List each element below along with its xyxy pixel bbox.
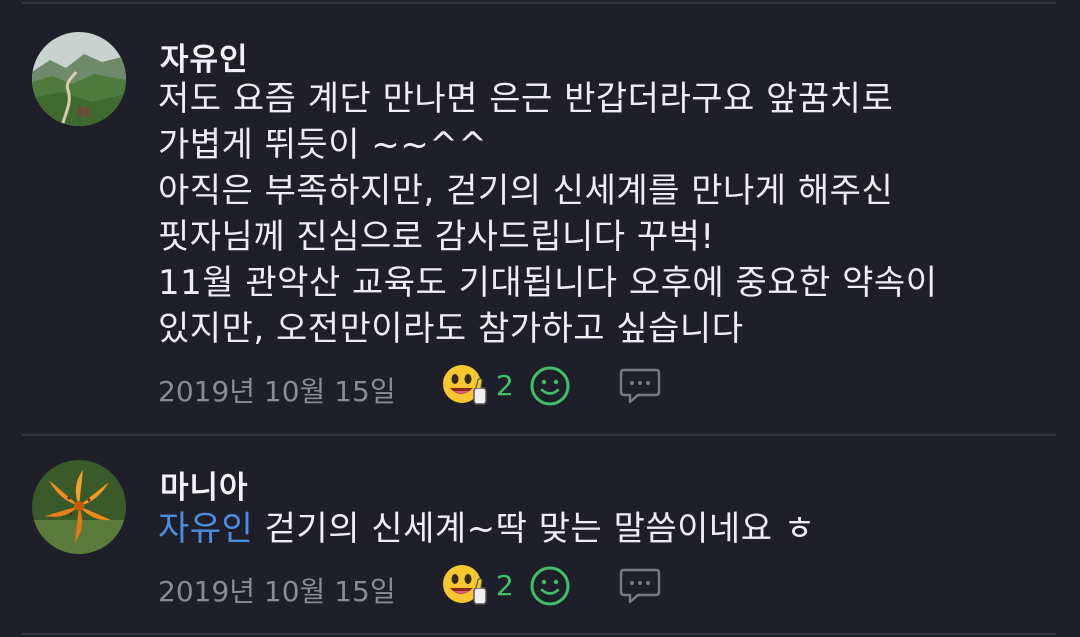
avatar[interactable]	[32, 32, 126, 126]
add-reaction-smiley-icon[interactable]	[528, 364, 572, 408]
add-reaction-smiley-icon[interactable]	[528, 564, 572, 608]
comment-line: 가볍게 뛰듯이 ~~^^	[158, 125, 488, 165]
comment-divider	[22, 434, 1056, 436]
comment-body: 저도 요즘 계단 만나면 은근 반갑더라구요 앞꿈치로 가볍게 뛰듯이 ~~^^…	[158, 76, 938, 352]
orange-lily-image	[32, 460, 126, 554]
comment-body: 자유인 걷기의 신세계~딱 맞는 말씀이네요 ㅎ	[158, 506, 816, 552]
top-divider	[22, 2, 1056, 4]
thumbs-up-smiley-icon[interactable]	[440, 362, 492, 410]
comment-line: 있지만, 오전만이라도 참가하고 싶습니다	[158, 309, 744, 349]
mountain-trail-image	[32, 32, 126, 126]
reply-speech-bubble-icon[interactable]	[618, 366, 662, 406]
comment-date: 2019년 10월 15일	[158, 375, 396, 408]
comment-line: 아직은 부족하지만, 걷기의 신세계를 만나게 해주신	[158, 171, 894, 211]
comment-author[interactable]: 자유인	[160, 34, 249, 79]
mention-link[interactable]: 자유인	[158, 509, 253, 549]
comment-line: 11월 관악산 교육도 기대됩니다 오후에 중요한 약속이	[158, 263, 938, 303]
comment-line: 핏자님께 진심으로 감사드립니다 꾸벅!	[158, 217, 715, 257]
bottom-divider	[22, 633, 1056, 635]
reply-speech-bubble-icon[interactable]	[618, 566, 662, 606]
comment-line: 저도 요즘 계단 만나면 은근 반갑더라구요 앞꿈치로	[158, 79, 894, 119]
reaction-count: 2	[496, 569, 514, 602]
avatar[interactable]	[32, 460, 126, 554]
comment-author[interactable]: 마니아	[160, 462, 249, 507]
reaction-count: 2	[496, 369, 514, 402]
comment-date: 2019년 10월 15일	[158, 575, 396, 608]
thumbs-up-smiley-icon[interactable]	[440, 562, 492, 610]
comment-text: 걷기의 신세계~딱 맞는 말씀이네요 ㅎ	[253, 509, 816, 549]
